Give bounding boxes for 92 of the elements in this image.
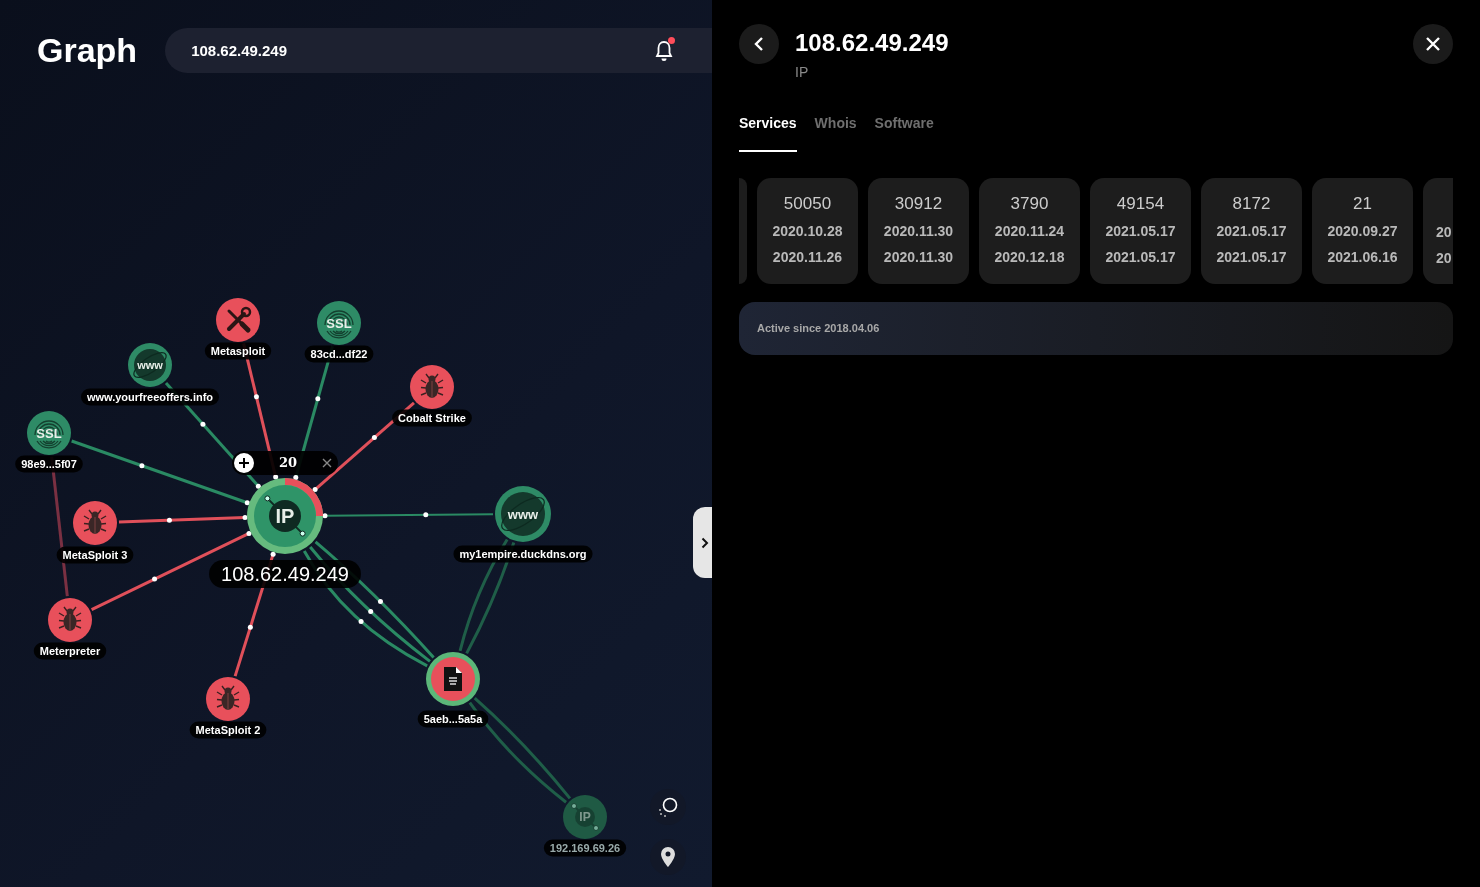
bell-icon <box>654 39 674 62</box>
node-glyph: IP <box>275 505 295 528</box>
node-label: 83cd...df22 <box>304 345 374 363</box>
port-number: 21 <box>1353 194 1372 214</box>
service-card[interactable]: 50050 2020.10.28 2020.11.26 <box>757 178 858 284</box>
node-label: www.yourfreeoffers.info <box>80 388 220 406</box>
last-seen-date: 2021.06.16 <box>1327 248 1398 266</box>
node-label: 98e9...5f07 <box>15 455 83 473</box>
node-glyph: SSL <box>326 315 352 331</box>
node-label: Cobalt Strike <box>392 409 472 427</box>
node-label: 192.169.69.26 <box>543 839 627 857</box>
service-card[interactable]: 20 20 <box>1423 178 1453 284</box>
location-button[interactable] <box>650 839 686 875</box>
chevron-left-icon <box>754 36 764 52</box>
expand-button[interactable] <box>234 453 254 473</box>
graph-node[interactable] <box>73 501 117 545</box>
first-seen-date: 2020.10.28 <box>772 222 843 240</box>
document-icon <box>444 667 462 691</box>
node-label: Metasploit <box>204 342 272 360</box>
last-seen-date: 20 <box>1436 249 1452 267</box>
panel-tab[interactable]: Services <box>739 113 797 152</box>
layout-button[interactable] <box>650 789 686 825</box>
service-card[interactable]: 21 2020.09.27 2021.06.16 <box>1312 178 1413 284</box>
tools-icon <box>227 306 252 333</box>
last-seen-date: 2020.11.30 <box>883 248 954 266</box>
last-seen-date: 2020.11.26 <box>772 248 843 266</box>
graph-node[interactable]: IP <box>563 795 607 839</box>
globe-icon <box>501 492 545 536</box>
node-label: 5aeb...5a5a <box>417 710 489 728</box>
service-card[interactable]: 3790 2020.11.24 2020.12.18 <box>979 178 1080 284</box>
port-number: 8172 <box>1232 194 1271 214</box>
graph-node[interactable]: SSL <box>317 301 361 345</box>
node-glyph: www <box>137 358 163 371</box>
first-seen-date: 2020.11.24 <box>994 222 1065 240</box>
graph-node[interactable]: IP <box>247 478 323 554</box>
panel-subtitle: IP <box>795 63 810 82</box>
graph-node[interactable] <box>410 365 454 409</box>
first-seen-date: 2021.05.17 <box>1105 222 1176 240</box>
last-seen-date: 2021.05.17 <box>1105 248 1176 266</box>
node-label: MetaSploit 2 <box>189 721 267 739</box>
node-label: my1empire.duckdns.org <box>453 545 593 563</box>
first-seen-date: 20 <box>1436 223 1452 241</box>
close-icon <box>1425 36 1441 52</box>
search-field[interactable]: 108.62.49.249 <box>165 28 712 73</box>
fingerprint-icon <box>324 310 354 339</box>
panel-tab[interactable]: Software <box>874 113 934 152</box>
last-seen-date: 2021.05.17 <box>1216 248 1287 266</box>
graph-node[interactable] <box>206 677 250 721</box>
port-number: 50050 <box>783 194 832 214</box>
active-since-text: Active since 2018.04.06 <box>757 321 880 337</box>
graph-node[interactable] <box>426 652 480 706</box>
port-number: 3790 <box>1010 194 1049 214</box>
first-seen-date: 2020.11.30 <box>883 222 954 240</box>
service-card[interactable]: 8172 2021.05.17 2021.05.17 <box>1201 178 1302 284</box>
back-button[interactable] <box>739 24 779 64</box>
close-button[interactable] <box>1413 24 1453 64</box>
node-glyph: www <box>507 506 539 522</box>
node-count: 20 <box>278 454 298 473</box>
fingerprint-icon <box>34 420 64 449</box>
node-label: MetaSploit 3 <box>56 546 134 564</box>
globe-icon <box>133 349 167 381</box>
node-glyph: IP <box>579 810 591 825</box>
panel-title: 108.62.49.249 <box>795 28 950 58</box>
network-icon <box>571 803 599 831</box>
port-number: 49154 <box>1116 194 1165 214</box>
bug-icon <box>216 685 240 711</box>
bug-icon <box>58 606 82 632</box>
bug-icon <box>83 509 107 535</box>
service-card[interactable]: 30912 2020.11.30 2020.11.30 <box>868 178 969 284</box>
node-glyph: SSL <box>36 425 62 441</box>
location-pin-icon <box>660 846 676 868</box>
service-card[interactable]: 49154 2021.05.17 2021.05.17 <box>1090 178 1191 284</box>
app-title: Graph <box>37 30 138 71</box>
graph-node[interactable]: SSL <box>27 411 71 455</box>
graph-node[interactable]: www <box>495 486 551 542</box>
graph-node[interactable]: www <box>128 343 172 387</box>
last-seen-date: 2020.12.18 <box>994 248 1065 266</box>
first-seen-date: 2020.09.27 <box>1327 222 1398 240</box>
loader-icon <box>657 796 679 818</box>
graph-node[interactable] <box>216 298 260 342</box>
panel-tab[interactable]: Whois <box>814 113 857 152</box>
chevron-right-icon <box>701 536 709 549</box>
bug-icon <box>420 373 444 399</box>
first-seen-date: 2021.05.17 <box>1216 222 1287 240</box>
node-label: 108.62.49.249 <box>209 560 361 588</box>
node-label: Meterpreter <box>33 642 107 660</box>
plus-icon <box>239 458 249 468</box>
port-number: 30912 <box>894 194 943 214</box>
collapse-toggle[interactable] <box>693 507 712 578</box>
network-icon <box>264 495 306 537</box>
graph-node[interactable] <box>48 598 92 642</box>
close-icon[interactable] <box>322 458 332 468</box>
